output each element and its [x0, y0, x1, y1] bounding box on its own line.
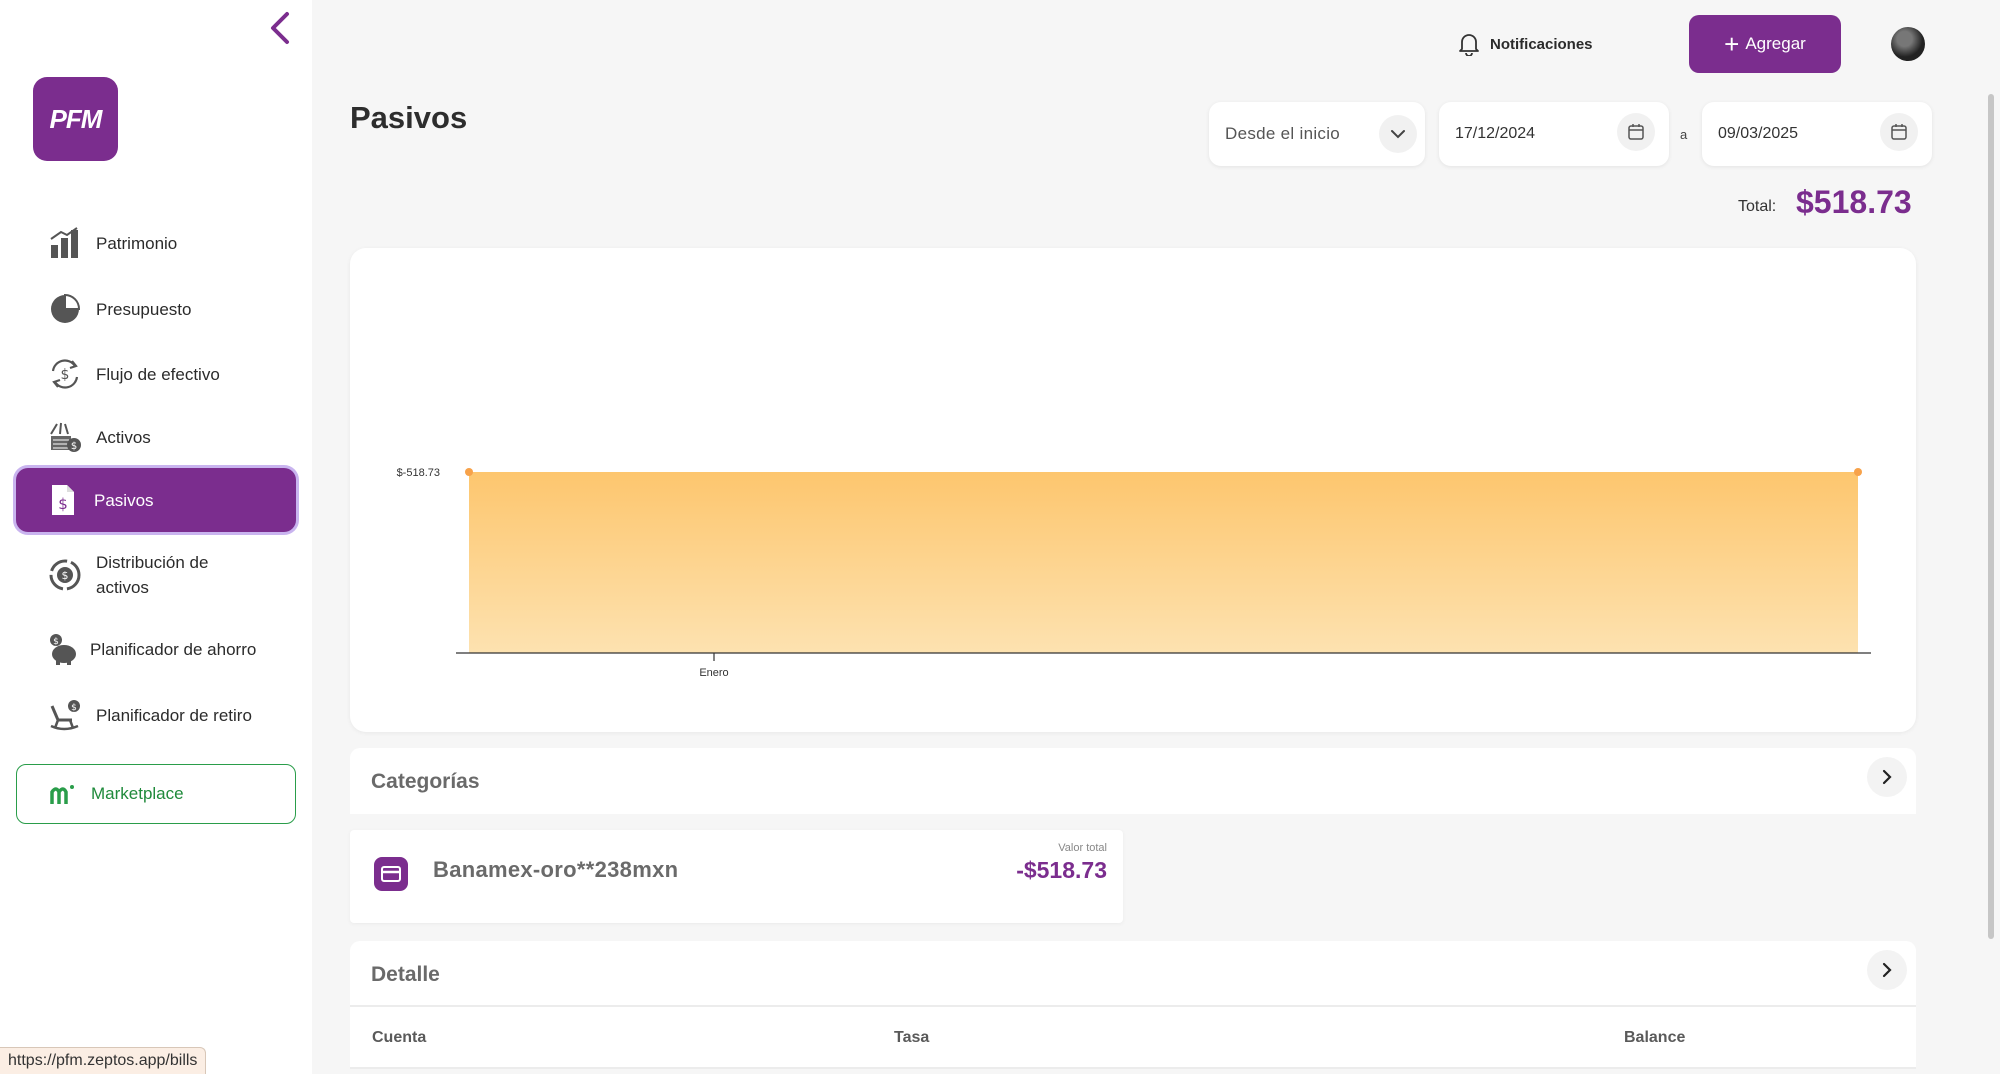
categories-section-header: Categorías — [350, 748, 1916, 814]
marketplace-logo-icon — [49, 780, 77, 808]
liabilities-document-icon: $ — [46, 483, 80, 517]
notifications-button[interactable]: Notificaciones — [1458, 28, 1593, 60]
x-tick-label: Enero — [699, 667, 728, 679]
date-to-field[interactable]: 09/03/2025 — [1702, 102, 1932, 166]
add-button[interactable]: + Agregar — [1689, 15, 1841, 73]
detail-section-header: Detalle — [350, 941, 1916, 1007]
sidebar-item-label: Activos — [96, 427, 151, 447]
chevron-left-icon — [271, 12, 289, 44]
total-value: $518.73 — [1796, 184, 1912, 220]
categories-title: Categorías — [371, 770, 480, 793]
cash-flow-icon: $ — [48, 357, 82, 391]
calendar-icon[interactable] — [1617, 113, 1655, 151]
category-value-caption: Valor total — [1058, 842, 1107, 854]
svg-text:$: $ — [53, 637, 59, 647]
calendar-icon[interactable] — [1880, 113, 1918, 151]
sidebar-item-label: Patrimonio — [96, 233, 178, 253]
sidebar-item-label: Flujo de efectivo — [96, 364, 220, 384]
svg-text:$: $ — [58, 495, 68, 513]
sidebar-item-planificador-de-ahorro[interactable]: $ Planificador de ahorro — [16, 618, 296, 680]
page-scrollbar[interactable] — [1988, 94, 1994, 939]
liabilities-area-chart: Enero $-518.73 — [397, 467, 1871, 679]
sidebar-item-flujo-de-efectivo[interactable]: $ Flujo de efectivo — [16, 343, 296, 405]
category-value: -$518.73 — [1016, 857, 1107, 883]
rocking-chair-icon: $ — [48, 698, 82, 732]
svg-text:$: $ — [62, 569, 69, 582]
asset-distribution-icon: $ — [48, 558, 82, 592]
sidebar-item-label: Planificador de retiro — [96, 705, 252, 725]
y-value-label: $-518.73 — [397, 467, 440, 479]
svg-text:$: $ — [71, 441, 77, 452]
area-series — [469, 472, 1858, 653]
svg-text:$: $ — [71, 703, 77, 713]
date-from-value: 17/12/2024 — [1455, 125, 1536, 142]
category-name: Banamex-oro**238mxn — [433, 857, 679, 882]
data-point[interactable] — [465, 468, 473, 476]
column-header-tasa[interactable]: Tasa — [894, 1029, 929, 1047]
notifications-label: Notificaciones — [1490, 35, 1593, 53]
data-point[interactable] — [1854, 468, 1862, 476]
total-label: Total: — [1738, 198, 1777, 215]
credit-card-icon — [374, 857, 408, 891]
column-header-cuenta[interactable]: Cuenta — [372, 1029, 426, 1047]
date-from-field[interactable]: 17/12/2024 — [1439, 102, 1669, 166]
sidebar-item-pasivos[interactable]: $ Pasivos — [16, 468, 296, 532]
sidebar-item-patrimonio[interactable]: Patrimonio — [16, 212, 296, 274]
marketplace-button[interactable]: Marketplace — [16, 764, 296, 824]
assets-icon: $ — [48, 420, 82, 454]
status-url: https://pfm.zeptos.app/bills — [0, 1047, 207, 1074]
piggy-bank-icon: $ — [46, 632, 80, 666]
column-header-balance[interactable]: Balance — [1624, 1029, 1685, 1047]
sidebar-item-activos[interactable]: $ Activos — [16, 406, 296, 468]
liabilities-chart-card: Enero $-518.73 — [350, 248, 1916, 732]
page-title: Pasivos — [350, 100, 468, 135]
sidebar-item-label: Distribución de activos — [96, 553, 209, 597]
chevron-down-icon — [1379, 115, 1417, 153]
categories-expand-button[interactable] — [1867, 757, 1907, 797]
svg-text:$: $ — [61, 367, 70, 383]
bar-chart-icon — [48, 226, 82, 260]
add-button-label: Agregar — [1745, 34, 1806, 53]
plus-icon: + — [1724, 29, 1740, 59]
detail-title: Detalle — [371, 963, 440, 986]
sidebar-item-label: Pasivos — [94, 490, 154, 510]
sidebar-item-presupuesto[interactable]: Presupuesto — [16, 278, 296, 340]
app-logo[interactable]: PFM — [33, 77, 118, 161]
sidebar-item-planificador-de-retiro[interactable]: $ Planificador de retiro — [16, 684, 296, 746]
pie-chart-icon — [48, 292, 82, 326]
detail-table-header: Cuenta Tasa Balance — [350, 1005, 1916, 1069]
category-card[interactable]: Banamex-oro**238mxn Valor total -$518.73 — [350, 830, 1123, 923]
marketplace-label: Marketplace — [91, 784, 184, 803]
user-avatar[interactable] — [1891, 27, 1925, 61]
sidebar-item-distribucion-de-activos[interactable]: $ Distribución de activos — [16, 545, 296, 605]
date-separator: a — [1680, 127, 1688, 142]
sidebar: PFM Patrimonio Presupuesto $ Flujo de ef… — [0, 0, 312, 1074]
sidebar-item-label: Planificador de ahorro — [90, 639, 257, 659]
collapse-sidebar-button[interactable] — [262, 8, 298, 48]
sidebar-item-label: Presupuesto — [96, 299, 192, 319]
period-select-value: Desde el inicio — [1225, 124, 1341, 143]
period-select[interactable]: Desde el inicio — [1209, 102, 1425, 166]
date-to-value: 09/03/2025 — [1718, 125, 1799, 142]
chevron-right-icon — [1882, 769, 1892, 785]
detail-expand-button[interactable] — [1867, 950, 1907, 990]
chevron-right-icon — [1882, 962, 1892, 978]
bell-icon — [1459, 34, 1479, 56]
